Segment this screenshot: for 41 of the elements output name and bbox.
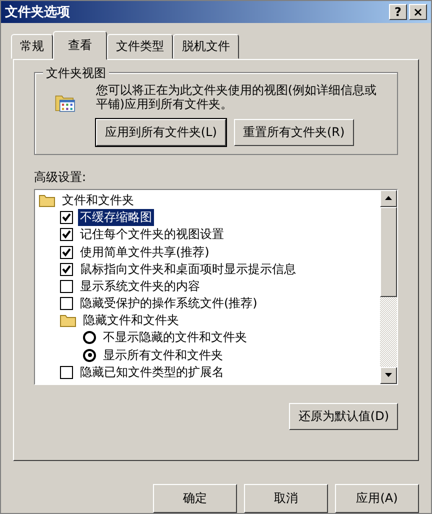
push-button[interactable]: 重置所有文件夹(R)	[234, 118, 354, 146]
checkbox[interactable]	[60, 228, 73, 242]
radio-button[interactable]	[83, 331, 96, 344]
push-button[interactable]: 应用到所有文件夹(L)	[96, 118, 226, 146]
list-item[interactable]: 隐藏受保护的操作系统文件(推荐)	[78, 295, 260, 312]
scroll-up-icon	[385, 196, 392, 200]
dialog-button[interactable]: 取消	[244, 484, 328, 513]
section-label: 高级设置:	[34, 168, 88, 186]
list-item[interactable]: 显示系统文件夹的内容	[78, 278, 202, 295]
help-button[interactable]: ?	[389, 4, 407, 20]
tab[interactable]: 脱机文件	[173, 34, 239, 59]
scroll-down-icon	[385, 373, 392, 378]
list-item[interactable]: 文件和文件夹	[60, 192, 136, 209]
radio-button[interactable]	[83, 348, 96, 362]
tab[interactable]: 查看	[53, 30, 107, 60]
checkbox[interactable]	[60, 262, 73, 276]
list-item[interactable]: 隐藏已知文件类型的扩展名	[78, 364, 226, 381]
description-text: 您可以将正在为此文件夹使用的视图(例如详细信息或平铺)应用到所有文件夹。	[96, 82, 378, 111]
list-item[interactable]: 使用简单文件共享(推荐)	[78, 244, 212, 260]
tab[interactable]: 常规	[11, 34, 53, 59]
window-title: 文件夹选项	[5, 4, 70, 21]
close-button[interactable]: ×	[409, 4, 427, 20]
checkbox[interactable]	[60, 297, 73, 310]
list-item[interactable]: 隐藏文件和文件夹	[81, 312, 181, 330]
tab[interactable]: 文件类型	[107, 34, 173, 59]
folder-icon	[39, 194, 55, 207]
list-item[interactable]: 记住每个文件夹的视图设置	[78, 226, 226, 244]
list-item[interactable]: 不缓存缩略图	[78, 209, 154, 226]
list-item[interactable]: 显示所有文件和文件夹	[101, 346, 225, 364]
dialog-button[interactable]: 应用(A)	[335, 484, 419, 513]
restore-defaults-button[interactable]: 还原为默认值(D)	[289, 402, 398, 430]
list-item[interactable]: 不显示隐藏的文件和文件夹	[101, 329, 249, 346]
scrollbar[interactable]	[380, 190, 397, 384]
list-item[interactable]: 鼠标指向文件夹和桌面项时显示提示信息	[78, 260, 298, 278]
group-title: 文件夹视图	[43, 64, 109, 82]
checkbox[interactable]	[60, 280, 73, 293]
checkbox[interactable]	[60, 211, 73, 224]
checkbox[interactable]	[60, 366, 73, 379]
checkbox[interactable]	[60, 246, 73, 258]
folder-icon	[60, 314, 76, 328]
dialog-button[interactable]: 确定	[153, 484, 237, 513]
